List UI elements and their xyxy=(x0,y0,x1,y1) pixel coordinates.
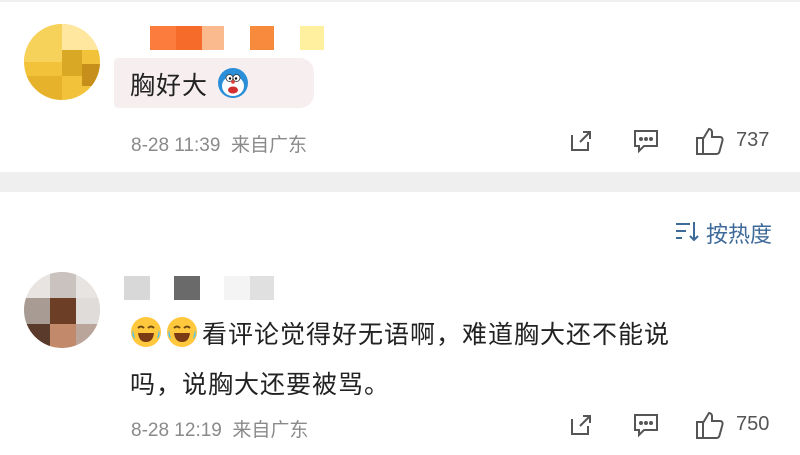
comment-actions: 737 xyxy=(540,126,800,156)
reply-icon[interactable] xyxy=(632,412,660,442)
comment-text: 胸好大 xyxy=(130,60,253,112)
laugh-cry-emoji-icon xyxy=(130,315,162,347)
comment-item: 胸好大 8-28 11:39 来自广东 737 xyxy=(0,0,800,172)
username-redacted[interactable] xyxy=(124,276,274,300)
like-icon[interactable] xyxy=(694,410,726,444)
section-divider xyxy=(0,172,800,192)
avatar[interactable] xyxy=(24,272,100,348)
doraemon-emoji-icon xyxy=(217,65,249,98)
share-icon[interactable] xyxy=(568,128,594,158)
avatar[interactable] xyxy=(24,24,100,100)
laugh-cry-emoji-icon xyxy=(166,315,198,347)
comment-item: 看评论觉得好无语啊，难道胸大还不能说 吗，说胸大还要被骂。 8-28 12:19… xyxy=(0,192,800,455)
username-redacted[interactable] xyxy=(150,26,324,50)
comment-text: 看评论觉得好无语啊，难道胸大还不能说 吗，说胸大还要被骂。 xyxy=(130,310,750,410)
reply-icon[interactable] xyxy=(632,128,660,158)
share-icon[interactable] xyxy=(568,412,594,442)
like-count: 737 xyxy=(736,129,770,151)
comment-meta: 8-28 12:19 来自广东 xyxy=(131,420,309,441)
comment-actions: 750 xyxy=(540,410,800,440)
like-icon[interactable] xyxy=(694,126,726,160)
like-count: 750 xyxy=(736,413,770,435)
comment-meta: 8-28 11:39 来自广东 xyxy=(131,135,308,156)
